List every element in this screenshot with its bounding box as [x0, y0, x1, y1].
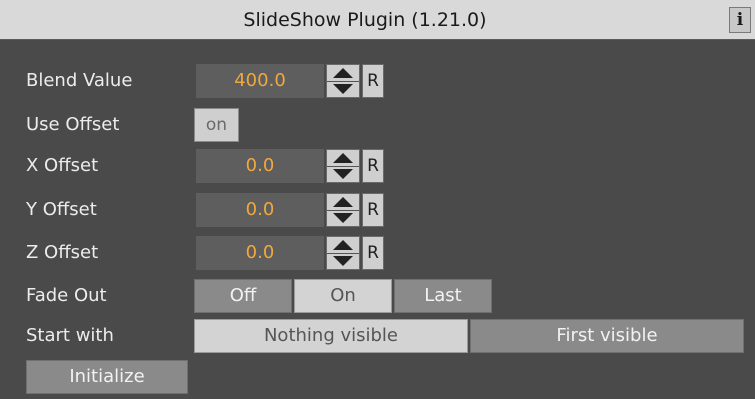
window-title: SlideShow Plugin (1.21.0): [243, 9, 487, 31]
fade-out-option-off[interactable]: Off: [194, 279, 292, 313]
blend-value-spinner[interactable]: [326, 64, 360, 98]
z-offset-reset-button[interactable]: R: [362, 236, 384, 270]
y-offset-spinner[interactable]: [326, 193, 360, 227]
fade-out-label: Fade Out: [26, 285, 107, 306]
blend-value-reset-button[interactable]: R: [362, 64, 384, 98]
decrement-arrow-icon[interactable]: [327, 81, 359, 97]
blend-value-field[interactable]: 400.0: [196, 64, 324, 98]
use-offset-toggle[interactable]: on: [194, 108, 239, 142]
increment-arrow-icon[interactable]: [327, 194, 359, 211]
x-offset-reset-button[interactable]: R: [362, 149, 384, 183]
title-bar: SlideShow Plugin (1.21.0) i: [0, 0, 755, 40]
initialize-button[interactable]: Initialize: [26, 360, 188, 394]
x-offset-field[interactable]: 0.0: [196, 149, 324, 183]
info-icon[interactable]: i: [729, 7, 751, 33]
increment-arrow-icon[interactable]: [327, 237, 359, 254]
blend-value-label: Blend Value: [26, 70, 133, 91]
fade-out-option-on[interactable]: On: [294, 279, 392, 313]
fade-out-option-last[interactable]: Last: [394, 279, 492, 313]
start-with-option-first-visible[interactable]: First visible: [470, 319, 744, 353]
decrement-arrow-icon[interactable]: [327, 166, 359, 182]
x-offset-spinner[interactable]: [326, 149, 360, 183]
z-offset-field[interactable]: 0.0: [196, 236, 324, 270]
z-offset-spinner[interactable]: [326, 236, 360, 270]
z-offset-label: Z Offset: [26, 242, 99, 263]
increment-arrow-icon[interactable]: [327, 150, 359, 167]
decrement-arrow-icon[interactable]: [327, 210, 359, 226]
increment-arrow-icon[interactable]: [327, 65, 359, 82]
use-offset-label: Use Offset: [26, 114, 120, 135]
y-offset-reset-button[interactable]: R: [362, 193, 384, 227]
start-with-label: Start with: [26, 325, 114, 346]
y-offset-label: Y Offset: [26, 199, 97, 220]
y-offset-field[interactable]: 0.0: [196, 193, 324, 227]
x-offset-label: X Offset: [26, 155, 99, 176]
start-with-option-nothing-visible[interactable]: Nothing visible: [194, 319, 468, 353]
decrement-arrow-icon[interactable]: [327, 253, 359, 269]
